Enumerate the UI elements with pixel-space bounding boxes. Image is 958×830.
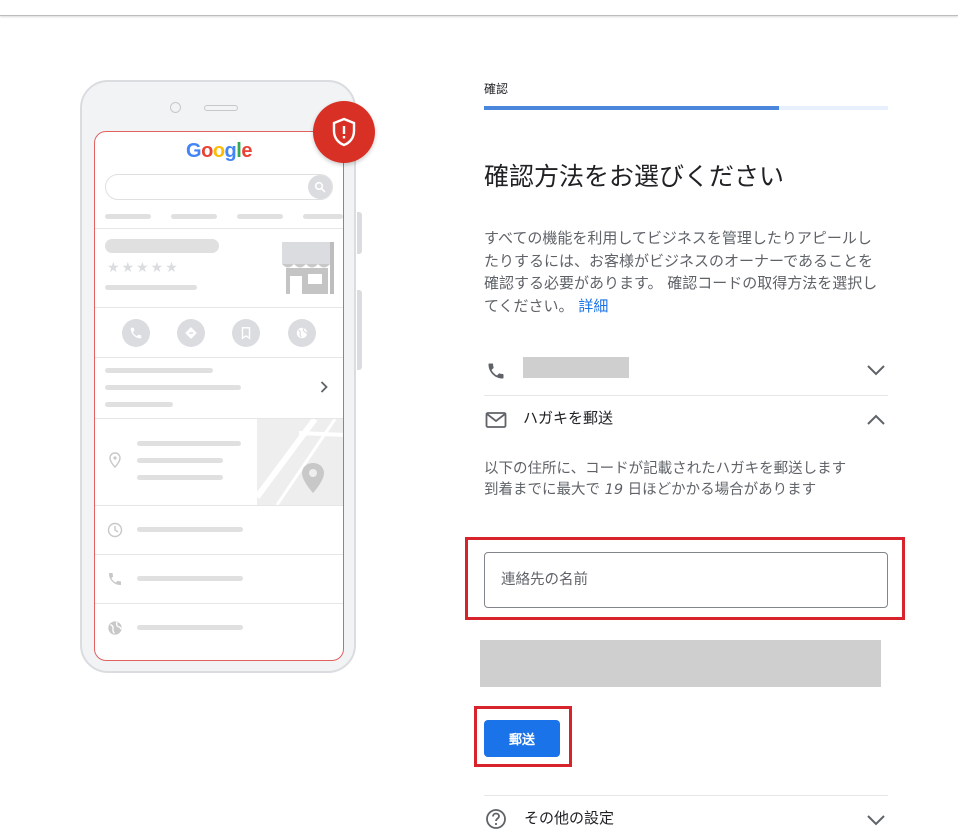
globe-icon [108,621,122,635]
progress-fill [484,106,779,110]
storefront-icon [282,242,334,294]
text-placeholder [105,368,213,373]
divider [95,603,343,604]
send-postcard-button[interactable]: 郵送 [484,720,560,757]
chevron-right-icon [320,381,328,393]
tab-placeholder [105,214,151,219]
text-placeholder [137,527,243,532]
phone-side-button [357,290,362,370]
divider [484,395,888,396]
divider [95,505,343,506]
map-thumbnail [257,419,343,505]
postcard-desc-prefix: 到着までに最大で [484,482,605,498]
text-placeholder [137,475,223,480]
phone-side-button [357,212,362,254]
phone-icon [488,363,504,379]
step-label: 確認 [484,82,509,96]
divider [95,554,343,555]
search-icon [308,175,332,199]
phone-camera [170,102,181,113]
text-placeholder [105,385,241,390]
mail-icon [485,412,507,428]
chevron-down-icon[interactable] [866,364,886,376]
text-placeholder [137,576,243,581]
call-icon [122,319,150,347]
business-name-placeholder [105,239,219,253]
text-placeholder [137,441,241,446]
description-text: すべての機能を利用してビジネスを管理したりアピールしたりするには、お客様がビジネ… [484,229,878,315]
option-postcard-label: ハガキを郵送 [523,409,614,427]
divider [95,307,343,308]
phone-icon [109,573,121,585]
shield-alert-icon [313,101,375,163]
description: すべての機能を利用してビジネスを管理したりアピールしたりするには、お客様がビジネ… [484,227,884,317]
top-bar [0,0,958,16]
google-logo: Google [186,140,252,162]
tab-placeholder [171,214,217,219]
clock-icon [107,522,123,538]
progress-bar [484,106,888,110]
tab-placeholder [237,214,283,219]
redacted-phone-number [523,357,629,378]
page-title: 確認方法をお選びください [484,162,785,191]
redacted-address [480,640,881,687]
bookmark-icon [232,319,260,347]
phone-screen: Google ★★★★★ [94,131,344,661]
text-placeholder [137,458,223,463]
postcard-desc-suffix: 日ほどかかる場合があります [623,482,817,498]
tab-placeholder [303,214,343,219]
contact-name-input[interactable] [484,552,888,608]
text-placeholder [105,285,197,290]
option-other-label: その他の設定 [524,809,615,827]
search-box [105,174,333,200]
directions-icon [177,319,205,347]
rating-stars: ★★★★★ [107,260,180,276]
help-circle-icon [486,809,506,829]
chevron-down-icon[interactable] [866,814,886,826]
delivery-days: 19 [604,482,624,498]
divider [484,795,888,796]
chevron-up-icon[interactable] [866,414,886,426]
location-pin-icon [109,452,121,468]
divider [95,357,343,358]
learn-more-link[interactable]: 詳細 [578,297,608,315]
phone-speaker [204,105,238,111]
divider [95,228,343,229]
postcard-description: 以下の住所に、コードが記載されたハガキを郵送します 到着までに最大で 19 日ほ… [484,459,888,501]
text-placeholder [137,625,243,630]
postcard-desc-line1: 以下の住所に、コードが記載されたハガキを郵送します [484,461,847,477]
text-placeholder [105,402,173,407]
globe-icon [288,319,316,347]
